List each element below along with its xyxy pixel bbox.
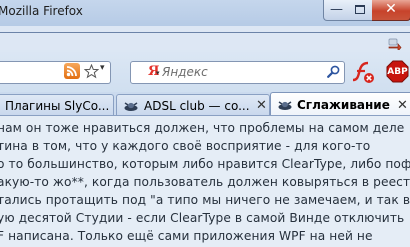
- menu-bar-divider: [0, 32, 410, 33]
- tab-favicon: [124, 102, 138, 111]
- tab-plugins[interactable]: Плагины SlyCo...: [0, 94, 114, 115]
- url-history-dropmarker[interactable]: ▾: [100, 63, 105, 73]
- tab-close-icon[interactable]: ✕: [256, 98, 267, 113]
- article-line: нам он тоже нравиться должен, что пробле…: [0, 121, 405, 135]
- search-engine-dropmarker[interactable]: ▾: [156, 69, 160, 77]
- tab-smoothing[interactable]: Сглаживание ... ✕: [270, 92, 410, 116]
- tab-close-icon[interactable]: ✕: [397, 98, 408, 113]
- search-input[interactable]: [162, 63, 322, 80]
- flash-blocked-icon[interactable]: [351, 60, 375, 84]
- article-line: тались протащить под "а типо мы ничего н…: [0, 193, 410, 207]
- close-button[interactable]: ✕: [372, 0, 410, 21]
- title-bar: Mozilla Firefox — ✕: [0, 0, 410, 26]
- article-line: тина в том, что у каждого своё восприяти…: [0, 139, 371, 153]
- rss-icon[interactable]: [64, 63, 80, 79]
- maximize-button[interactable]: [348, 0, 373, 21]
- page-content: нам он тоже нравиться должен, что пробле…: [0, 116, 410, 247]
- tab-label: Плагины SlyCo...: [5, 99, 110, 113]
- tab-favicon: [278, 101, 292, 110]
- minimize-button[interactable]: —: [323, 0, 350, 21]
- window-title: Mozilla Firefox: [0, 4, 83, 18]
- search-icon[interactable]: [327, 65, 340, 78]
- article-line: ую десятой Студии - если ClearType в сам…: [0, 211, 405, 225]
- menu-bar: [0, 26, 410, 50]
- article-line: о то большинство, которым либо нравится …: [0, 157, 410, 171]
- adblock-plus-label: ABP: [387, 67, 408, 77]
- tab-label: Сглаживание ...: [297, 98, 395, 112]
- article-line: F написана. Только ещё сами приложения W…: [0, 229, 373, 243]
- tab-label: ADSL club — co...: [144, 99, 250, 113]
- maximize-icon: [355, 5, 365, 14]
- tab-adsl-club[interactable]: ADSL club — co... ✕: [116, 94, 270, 115]
- article-line: акую-то жо**, когда пользователь должен …: [0, 175, 410, 189]
- bookmark-star-icon[interactable]: [84, 64, 99, 79]
